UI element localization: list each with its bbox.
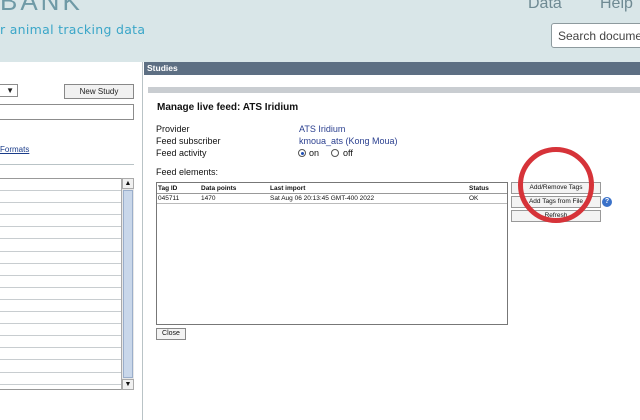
formats-link[interactable]: Formats (0, 145, 29, 154)
list-item[interactable] (0, 239, 134, 252)
list-item[interactable] (0, 191, 134, 204)
activity-on-label[interactable]: on (309, 148, 319, 158)
list-item[interactable] (0, 179, 134, 192)
list-item[interactable] (0, 288, 134, 300)
subscriber-value[interactable]: kmoua_ats (Kong Moua) (299, 136, 398, 146)
studies-header: Studies (144, 62, 640, 75)
cell-last-import[interactable]: Sat Aug 06 20:13:45 GMT-400 2022 (270, 195, 374, 202)
activity-label: Feed activity (156, 148, 207, 158)
annotation-circle (518, 147, 594, 223)
search-input[interactable]: Search docume (551, 23, 640, 48)
list-item[interactable] (0, 360, 134, 373)
divider (157, 203, 507, 204)
list-item[interactable] (0, 336, 134, 349)
divider (0, 164, 134, 165)
cell-status[interactable]: OK (469, 195, 478, 202)
study-list-scrollbar[interactable]: ▲ ▼ (121, 178, 134, 390)
list-item[interactable] (0, 252, 134, 264)
list-item[interactable] (0, 348, 134, 361)
provider-label: Provider (156, 124, 190, 134)
study-list[interactable] (0, 178, 134, 390)
feed-elements-label: Feed elements: (156, 167, 219, 177)
column-header-status[interactable]: Status (469, 185, 489, 192)
activity-off-label[interactable]: off (343, 148, 353, 158)
divider (157, 193, 507, 194)
study-filter-select[interactable]: ▼ (0, 84, 18, 97)
list-item[interactable] (0, 373, 134, 385)
page-title: Manage live feed: ATS Iridium (157, 102, 299, 113)
activity-on-radio[interactable] (298, 149, 306, 157)
activity-off-radio[interactable] (331, 149, 339, 157)
manage-live-feed-panel: Manage live feed: ATS Iridium Provider A… (144, 93, 640, 420)
help-icon[interactable]: ? (602, 197, 612, 207)
list-item[interactable] (0, 203, 134, 216)
list-item[interactable] (0, 276, 134, 288)
cell-tag-id[interactable]: 045711 (158, 195, 179, 202)
tagline: r animal tracking data (0, 22, 146, 37)
cell-data-points[interactable]: 1470 (201, 195, 215, 202)
top-header: BANK r animal tracking data Data Help Se… (0, 0, 640, 62)
list-item[interactable] (0, 215, 134, 228)
study-search-input[interactable] (0, 104, 134, 120)
nav-data-link[interactable]: Data (528, 0, 562, 13)
chevron-down-icon: ▼ (6, 86, 14, 95)
new-study-button[interactable]: New Study (64, 84, 134, 99)
column-header-data-points[interactable]: Data points (201, 185, 236, 192)
list-item[interactable] (0, 324, 134, 337)
scrollbar-thumb[interactable] (123, 190, 133, 378)
column-header-last-import[interactable]: Last import (270, 185, 305, 192)
scroll-down-icon[interactable]: ▼ (122, 379, 134, 390)
close-button[interactable]: Close (156, 328, 186, 340)
list-item[interactable] (0, 300, 134, 313)
nav-help-link[interactable]: Help (600, 0, 633, 13)
subscriber-label: Feed subscriber (156, 136, 221, 146)
feed-elements-table[interactable]: Tag ID Data points Last import Status 04… (156, 182, 508, 325)
list-item[interactable] (0, 312, 134, 325)
list-item[interactable] (0, 264, 134, 276)
scroll-up-icon[interactable]: ▲ (122, 178, 134, 189)
list-item[interactable] (0, 227, 134, 240)
logo[interactable]: BANK (0, 0, 83, 17)
provider-value[interactable]: ATS Iridium (299, 124, 345, 134)
column-header-tag-id[interactable]: Tag ID (158, 185, 177, 192)
